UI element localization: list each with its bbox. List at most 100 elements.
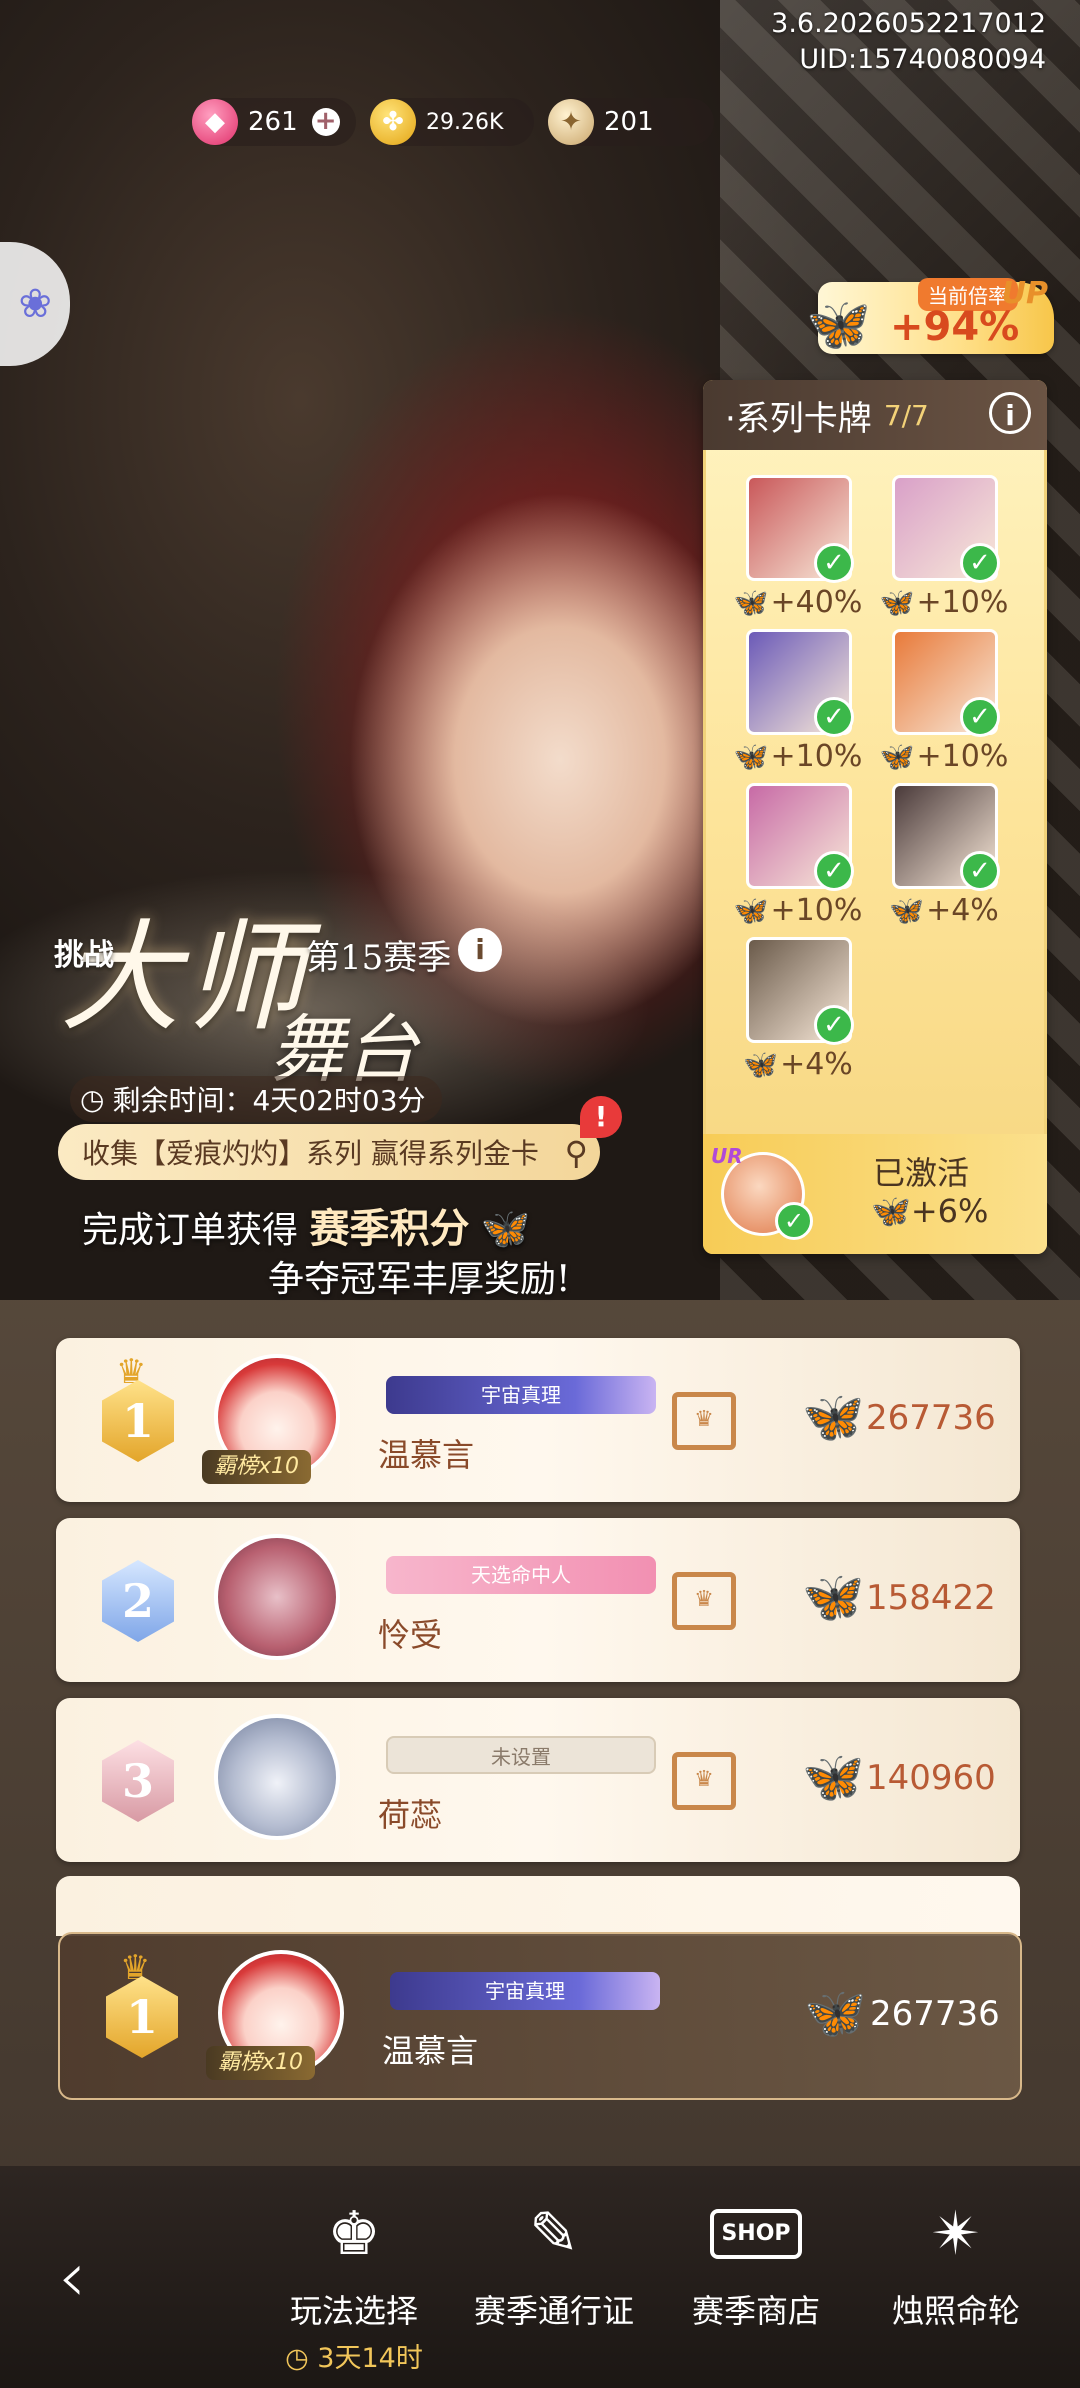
multiplier-badge: 🦋 当前倍率 +94% UP <box>806 276 1054 355</box>
series-title: ·系列卡牌 <box>725 398 872 439</box>
season-label: 第15赛季 <box>306 938 452 978</box>
card-bonus-value: +4% <box>780 1047 853 1082</box>
card-bonus-value: +4% <box>926 893 999 928</box>
info-icon[interactable]: i <box>989 392 1031 434</box>
avatar[interactable] <box>214 1714 340 1840</box>
series-card[interactable]: ✓ 🦋+10% <box>728 629 868 779</box>
rank-badge: 3 <box>102 1740 174 1822</box>
search-icon[interactable]: ⚲ <box>565 1134 588 1172</box>
butterfly-icon: 🦋 <box>802 1748 865 1806</box>
clock-icon: ◷ <box>80 1082 105 1116</box>
rank-badge: 2 <box>102 1560 174 1642</box>
butterfly-icon: 🦋 <box>802 1388 865 1446</box>
series-header: ·系列卡牌 7/7 i <box>703 380 1047 450</box>
card-bonus: 🦋+4% <box>874 893 1014 928</box>
star-amount: 201 <box>604 107 654 137</box>
bottom-nav: ‹ ♚ 玩法选择 ◷ 3天14时 ✎ 赛季通行证 SHOP 赛季商店 ✴ 烛照命… <box>0 2166 1080 2388</box>
series-card[interactable]: ✓ 🦋+10% <box>728 783 868 933</box>
card-bonus-value: +10% <box>770 893 863 928</box>
gift-icon[interactable]: ♛ <box>672 1752 736 1810</box>
player-name: 怜受 <box>378 1616 443 1654</box>
remaining-time: ◷ 剩余时间：4天02时03分 <box>70 1076 442 1122</box>
rank-badge: 1 <box>102 1380 174 1462</box>
coin-counter[interactable]: ✤ 29.26K <box>370 98 534 146</box>
clover-coin-icon: ✤ <box>370 99 416 145</box>
butterfly-icon: 🦋 <box>879 586 915 619</box>
add-gems-button[interactable]: + <box>311 108 340 136</box>
butterfly-icon: 🦋 <box>480 1206 531 1252</box>
leaderboard-row-partial[interactable] <box>56 1876 1020 1936</box>
season-info-icon[interactable]: i <box>458 928 502 972</box>
leaderboard-row[interactable]: 2 天选命中人 怜受 ♛ 🦋 158422 <box>56 1518 1020 1682</box>
butterfly-icon: 🦋 <box>889 894 925 927</box>
title-tag: 天选命中人 <box>386 1556 656 1594</box>
check-icon: ✓ <box>775 1202 813 1240</box>
check-icon: ✓ <box>814 851 854 891</box>
butterfly-icon: 🦋 <box>879 740 915 773</box>
alert-icon: ! <box>580 1096 622 1138</box>
series-card[interactable]: ✓ 🦋+4% <box>874 783 1014 933</box>
series-card[interactable]: ✓ 🦋+10% <box>874 629 1014 779</box>
check-icon: ✓ <box>814 697 854 737</box>
back-arrow-icon[interactable]: ‹ <box>58 2236 86 2318</box>
activated-status: 已激活 <box>873 1154 970 1192</box>
series-card[interactable]: ✓ 🦋+10% <box>874 475 1014 625</box>
uid-text: UID:15740080094 <box>799 44 1046 75</box>
series-card[interactable]: ✓ 🦋+4% <box>728 937 868 1087</box>
gem-counter[interactable]: ◆ 261 + <box>192 98 356 146</box>
nav-mode-select[interactable]: ♚ 玩法选择 ◷ 3天14时 <box>264 2188 444 2375</box>
multiplier-value: +94% <box>890 304 1020 350</box>
multiplier-up: UP <box>1001 276 1048 311</box>
nav-season-pass[interactable]: ✎ 赛季通行证 <box>464 2188 644 2332</box>
check-icon: ✓ <box>960 543 1000 583</box>
prize-text: 争夺冠军丰厚奖励! <box>268 1259 571 1300</box>
activated-bonus-value: +6% <box>910 1192 989 1230</box>
card-bonus-value: +10% <box>916 739 1009 774</box>
nav-wheel-label: 烛照命轮 <box>891 2292 1020 2330</box>
nav-shop-label: 赛季商店 <box>691 2292 820 2330</box>
leaderboard-row[interactable]: 3 未设置 荷蕊 ♛ 🦋 140960 <box>56 1698 1020 1862</box>
butterfly-icon: 🦋 <box>733 586 769 619</box>
player-name: 温慕言 <box>382 2032 479 2070</box>
title-tag: 未设置 <box>386 1736 656 1774</box>
player-score: 267736 <box>866 1398 996 1438</box>
gift-icon[interactable]: ♛ <box>672 1572 736 1630</box>
petal-icon: ❀ <box>18 281 52 327</box>
event-tag: 挑战 <box>54 938 114 973</box>
my-rank-row[interactable]: ♛ 1 霸榜x10 宇宙真理 温慕言 🦋 267736 <box>58 1932 1022 2100</box>
series-reward[interactable]: UR ✓ 已激活 🦋+6% <box>703 1134 1047 1254</box>
butterfly-icon: 🦋 <box>802 1568 865 1626</box>
card-bonus-value: +10% <box>770 739 863 774</box>
player-score: 140960 <box>866 1758 996 1798</box>
order-reward-text: 完成订单获得 赛季积分 🦋 <box>82 1196 531 1254</box>
player-name: 荷蕊 <box>378 1796 443 1834</box>
gift-icon[interactable]: ♛ <box>672 1392 736 1450</box>
series-card[interactable]: ✓ 🦋+40% <box>728 475 868 625</box>
coin-amount: 29.26K <box>426 109 504 135</box>
player-score: 158422 <box>866 1578 996 1618</box>
series-card-panel: ·系列卡牌 7/7 i ✓ 🦋+40% ✓ 🦋+10% ✓ 🦋+10% ✓ 🦋+… <box>703 380 1047 1254</box>
card-bonus-value: +10% <box>916 585 1009 620</box>
title-tag: 宇宙真理 <box>386 1376 656 1414</box>
card-bonus: 🦋+10% <box>728 739 868 774</box>
nav-fate-wheel[interactable]: ✴ 烛照命轮 <box>866 2188 1046 2332</box>
nav-mode-countdown: ◷ 3天14时 <box>285 2343 423 2374</box>
top-badge: 霸榜x10 <box>202 1450 312 1484</box>
nav-mode-countdown-text: 3天14时 <box>317 2343 423 2374</box>
remaining-text: 剩余时间：4天02时03分 <box>112 1084 426 1117</box>
collect-series-bar[interactable]: 收集【爱痕灼灼】系列 赢得系列金卡 ⚲ <box>58 1124 600 1180</box>
series-count: 7/7 <box>883 398 929 432</box>
trophy-icon: ♚ <box>327 2199 381 2269</box>
compass-star-icon: ✴ <box>930 2199 982 2269</box>
butterfly-icon: 🦋 <box>733 740 769 773</box>
butterfly-icon: 🦋 <box>871 1192 911 1230</box>
order-prefix: 完成订单获得 <box>82 1210 299 1251</box>
ur-tag: UR <box>711 1144 743 1168</box>
star-counter[interactable]: ✦ 201 <box>548 98 714 146</box>
check-icon: ✓ <box>814 1005 854 1045</box>
nav-season-shop[interactable]: SHOP 赛季商店 <box>666 2188 846 2332</box>
gem-icon: ◆ <box>192 99 238 145</box>
scroll-icon: ✎ <box>528 2199 580 2269</box>
leaderboard-row[interactable]: ♛ 1 霸榜x10 宇宙真理 温慕言 ♛ 🦋 267736 <box>56 1338 1020 1502</box>
avatar[interactable] <box>214 1534 340 1660</box>
